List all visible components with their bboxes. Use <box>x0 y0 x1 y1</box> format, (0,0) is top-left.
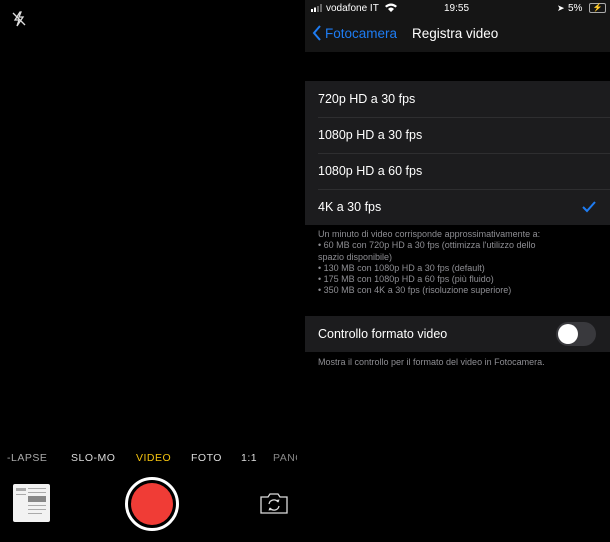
option-label: 1080p HD a 60 fps <box>318 164 423 178</box>
last-photo-thumbnail[interactable] <box>13 484 50 522</box>
mode-video[interactable]: VIDEO <box>136 452 171 464</box>
page-title: Registra video <box>412 26 499 41</box>
wifi-icon <box>385 3 397 15</box>
option-720p-30[interactable]: 720p HD a 30 fps <box>305 81 610 117</box>
option-1080p-30[interactable]: 1080p HD a 30 fps <box>305 117 610 153</box>
back-label: Fotocamera <box>325 25 398 41</box>
navigation-bar: Fotocamera Registra video <box>305 18 610 52</box>
settings-screen: vodafone IT 19:55 ➤ 5% ⚡ Fotocamera Regi… <box>305 0 610 542</box>
video-format-list: 720p HD a 30 fps 1080p HD a 30 fps 1080p… <box>305 81 610 225</box>
format-control-label: Controllo formato video <box>318 327 448 341</box>
record-button[interactable] <box>125 477 179 531</box>
format-control-toggle[interactable] <box>556 322 596 346</box>
clock: 19:55 <box>444 3 470 14</box>
battery-percent: 5% <box>568 3 583 14</box>
mode-selector[interactable]: -LAPSE SLO-MO VIDEO FOTO 1:1 PANO <box>0 452 305 466</box>
signal-icon <box>311 4 323 15</box>
switch-camera-icon[interactable] <box>259 491 289 515</box>
location-icon: ➤ <box>557 3 565 13</box>
option-label: 1080p HD a 30 fps <box>318 128 423 142</box>
carrier: vodafone IT <box>326 3 379 14</box>
mode-foto[interactable]: FOTO <box>191 452 222 464</box>
option-1080p-60[interactable]: 1080p HD a 60 fps <box>305 153 610 189</box>
format-control-footer: Mostra il controllo per il formato del v… <box>318 357 545 367</box>
chevron-left-icon <box>312 25 321 41</box>
battery-charging-icon: ⚡ <box>589 3 606 13</box>
format-control-cell: Controllo formato video <box>305 316 610 352</box>
camera-screen: -LAPSE SLO-MO VIDEO FOTO 1:1 PANO <box>0 0 305 542</box>
mode-square[interactable]: 1:1 <box>241 452 257 464</box>
flash-off-icon[interactable] <box>10 10 28 28</box>
mode-pano[interactable]: PANO <box>273 452 297 464</box>
option-label: 720p HD a 30 fps <box>318 92 416 106</box>
options-footer: Un minuto di video corrisponde approssim… <box>318 229 541 296</box>
mode-slomo[interactable]: SLO-MO <box>71 452 115 464</box>
back-button[interactable]: Fotocamera <box>312 25 397 41</box>
mode-timelapse[interactable]: -LAPSE <box>7 452 47 464</box>
status-bar: vodafone IT 19:55 ➤ 5% ⚡ <box>305 0 610 18</box>
option-label: 4K a 30 fps <box>318 200 382 214</box>
checkmark-icon <box>582 201 596 213</box>
option-4k-30[interactable]: 4K a 30 fps <box>305 189 610 225</box>
